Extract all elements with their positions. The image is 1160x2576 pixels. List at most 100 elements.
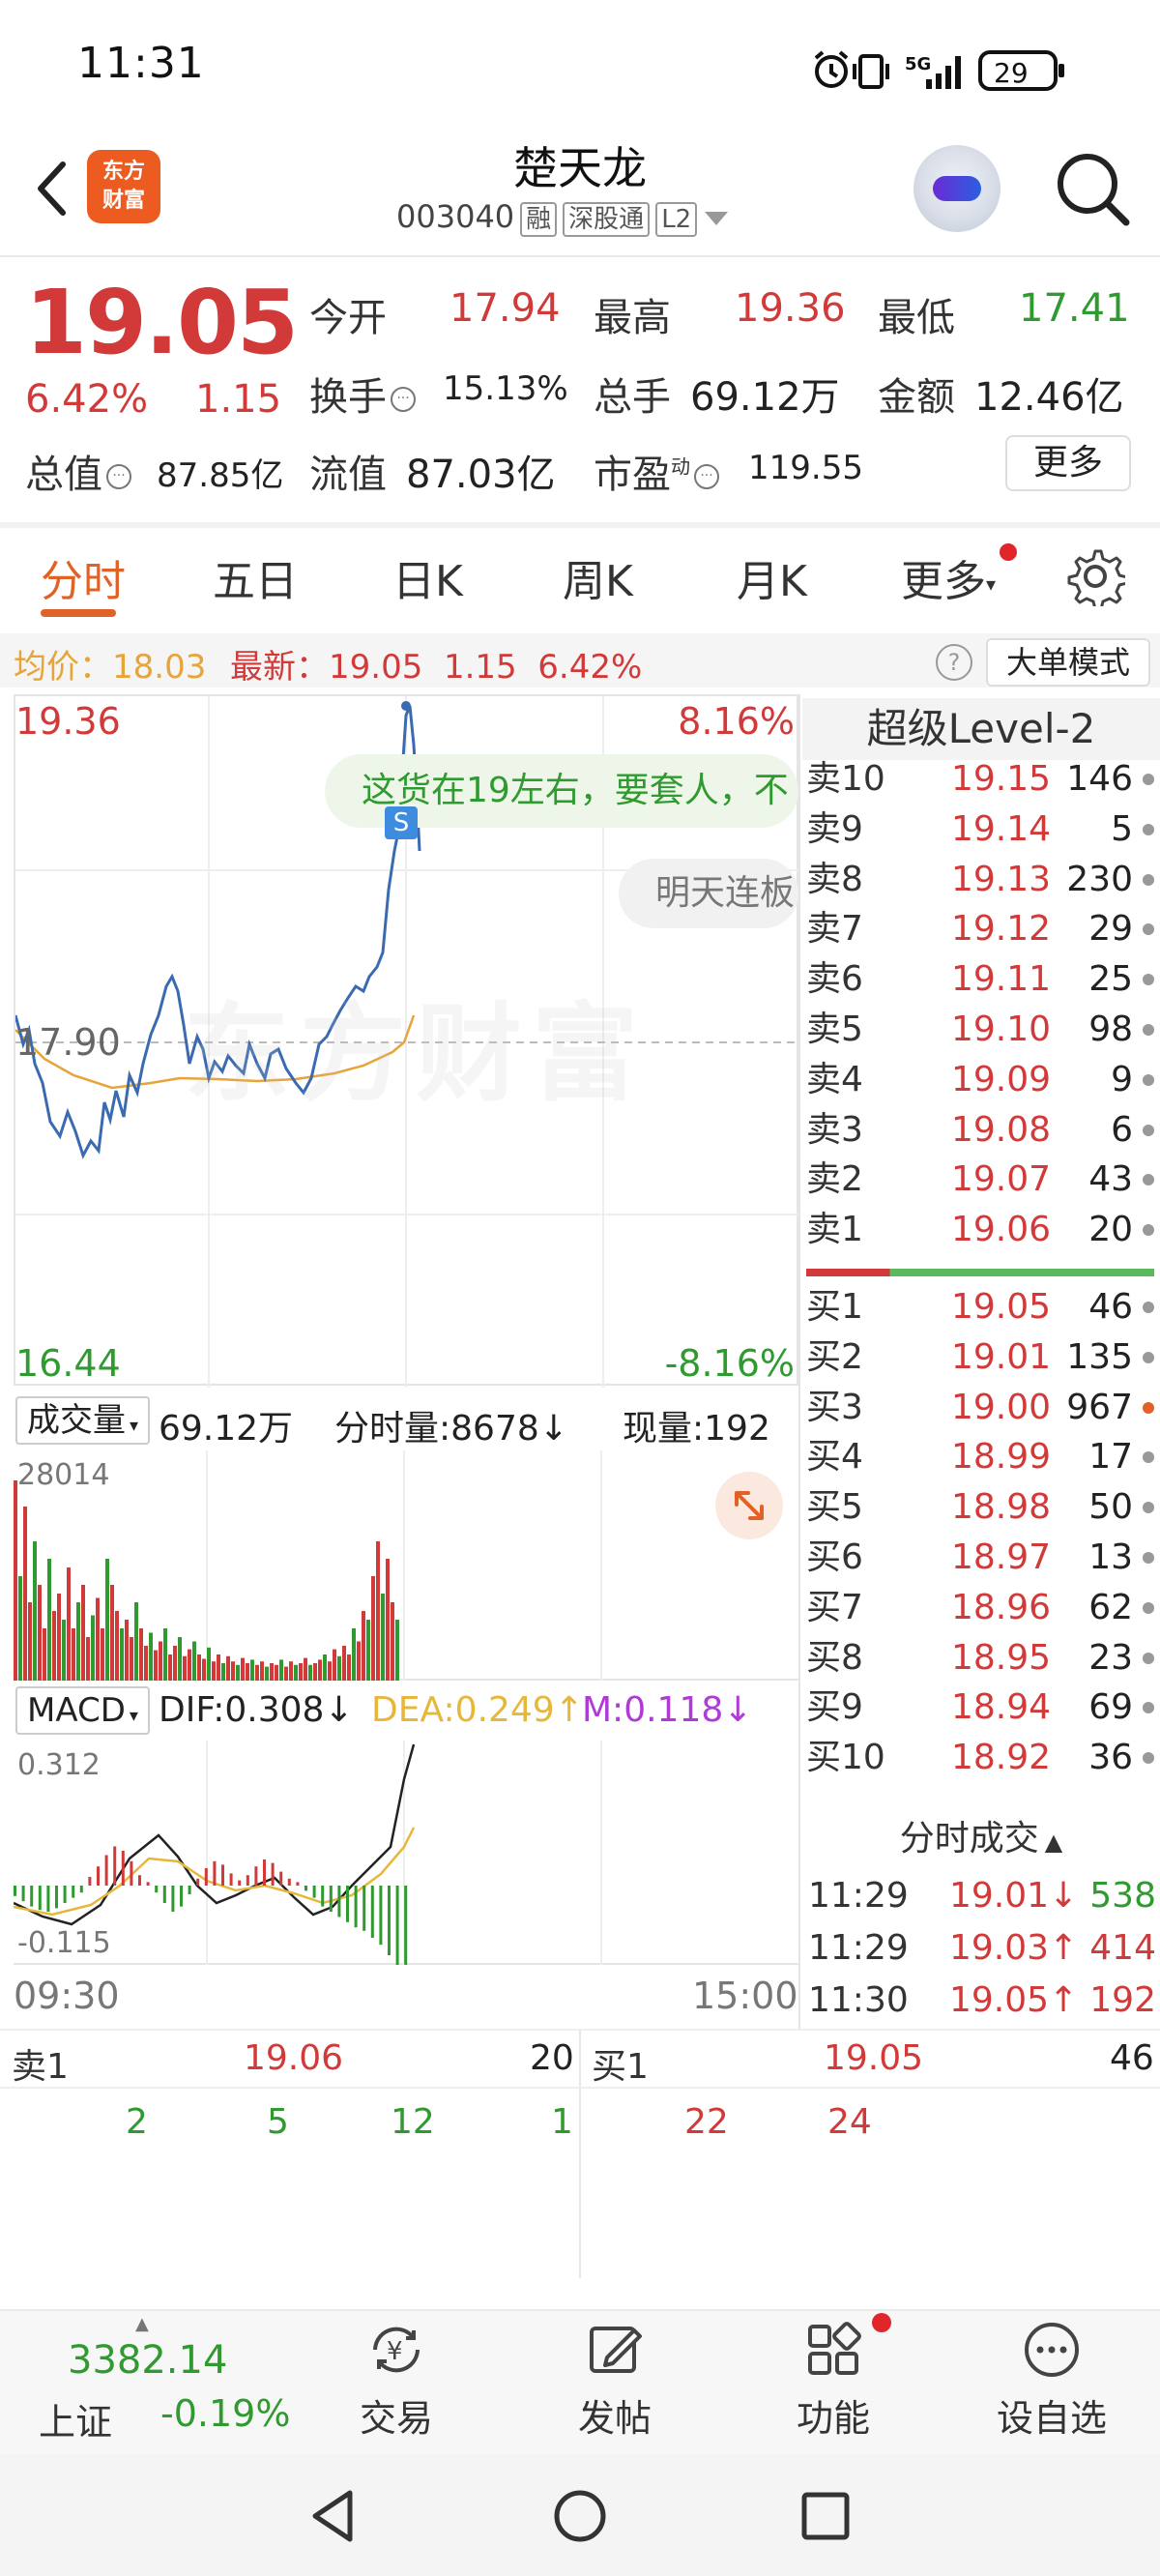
chart-tabs: 分时 五日 日K 周K 月K 更多▾ <box>0 527 1160 633</box>
ask-row[interactable]: 卖2 19.07 43 <box>806 1155 1154 1205</box>
tab-weekly-k[interactable]: 周K <box>563 546 633 608</box>
assistant-robot-icon[interactable] <box>914 145 1000 232</box>
bid-qty: 50 <box>1088 1487 1133 1528</box>
system-back-icon[interactable] <box>305 2487 360 2545</box>
bid-row[interactable]: 买6 18.97 13 <box>806 1533 1154 1583</box>
tab-daily-k[interactable]: 日K <box>392 546 463 608</box>
macd-histogram-bar <box>38 1886 42 1911</box>
macd-histogram-bar <box>238 1880 242 1886</box>
ask-price: 19.07 <box>951 1159 1052 1200</box>
volume-chart[interactable] <box>14 1450 798 1681</box>
bid-row[interactable]: 买9 18.94 69 <box>806 1683 1154 1733</box>
volume-bar <box>144 1646 148 1681</box>
volume-bar <box>347 1654 351 1681</box>
bid-row[interactable]: 买2 19.01 135 <box>806 1332 1154 1383</box>
order-dot-icon <box>1143 1451 1154 1464</box>
ask-qty: 20 <box>1088 1210 1133 1250</box>
system-home-icon[interactable] <box>551 2487 609 2545</box>
bid-row[interactable]: 买10 18.92 36 <box>806 1733 1154 1783</box>
ask-row[interactable]: 卖4 19.09 9 <box>806 1055 1154 1105</box>
ask-row[interactable]: 卖8 19.13 230 <box>806 855 1154 905</box>
volume-bar <box>250 1659 254 1681</box>
bid-row[interactable]: 买3 19.00 967 <box>806 1383 1154 1433</box>
volume-bar <box>313 1663 317 1681</box>
bid-row[interactable]: 买8 18.95 23 <box>806 1633 1154 1683</box>
time-axis-end: 15:00 <box>692 1975 798 2017</box>
trade-icon: ¥ <box>373 2327 420 2373</box>
tab-intraday[interactable]: 分时 <box>41 546 126 608</box>
macd-max-label: 0.312 <box>17 1748 101 1782</box>
tab-monthly-k[interactable]: 月K <box>737 546 807 608</box>
ask-row[interactable]: 卖10 19.15 146 <box>806 754 1154 805</box>
trades-header[interactable]: 分时成交 ▲ <box>802 1810 1160 1868</box>
more-quote-button[interactable]: 更多 <box>1005 435 1131 491</box>
trade-row: 11:29 19.01↓ 538 <box>808 1870 1156 1922</box>
volume-bar <box>91 1615 95 1681</box>
macd-histogram-bar <box>321 1886 325 1907</box>
volume-bar <box>168 1654 172 1681</box>
bid-row[interactable]: 买4 18.99 17 <box>806 1432 1154 1482</box>
trade-price: 19.01↓ <box>949 1876 1079 1916</box>
volume-bar <box>101 1628 104 1681</box>
system-recents-icon[interactable] <box>798 2489 853 2543</box>
volume-bar <box>43 1628 46 1681</box>
search-icon[interactable] <box>1049 145 1136 232</box>
volume-label: 总手 <box>594 375 671 420</box>
settings-gear-icon[interactable] <box>1065 546 1125 606</box>
bid-row[interactable]: 买7 18.96 62 <box>806 1583 1154 1633</box>
index-expand-icon[interactable]: ▲ <box>135 2314 149 2334</box>
bid-price: 18.98 <box>951 1487 1052 1528</box>
macd-histogram-bar <box>188 1886 191 1894</box>
ask-row[interactable]: 卖5 19.10 98 <box>806 1005 1154 1055</box>
bid-qty: 135 <box>1066 1336 1133 1377</box>
tab-more[interactable]: 更多▾ <box>901 546 996 608</box>
volume-bar <box>241 1657 245 1681</box>
comment-bubble[interactable]: 明天连板 <box>619 859 798 928</box>
stock-code-line[interactable]: 003040 融深股通 L2 <box>396 198 729 237</box>
expand-icon[interactable] <box>715 1472 783 1539</box>
volume-bar <box>371 1576 375 1681</box>
volume-bar <box>362 1611 365 1681</box>
bid-queue-order: 22 <box>684 2102 729 2142</box>
macd-indicator-select[interactable]: MACD ▾ <box>15 1686 150 1735</box>
order-dot-icon <box>1143 1752 1154 1765</box>
volume-bar <box>139 1628 143 1681</box>
caret-down-icon: ▾ <box>986 572 997 596</box>
volume-indicator-select[interactable]: 成交量 ▾ <box>15 1396 151 1445</box>
nav-functions[interactable]: 功能 <box>766 2319 901 2454</box>
big-order-mode-button[interactable]: 大单模式 <box>986 638 1150 687</box>
index-value[interactable]: 3382.14 <box>68 2338 227 2383</box>
bid-row[interactable]: 买5 18.98 50 <box>806 1482 1154 1533</box>
trade-price: 19.03↑ <box>949 1928 1079 1968</box>
volume-bar <box>308 1664 312 1681</box>
level2-title[interactable]: 超级Level-2 <box>802 698 1160 760</box>
current-price: 19.05 <box>25 271 299 374</box>
status-time: 11:31 <box>77 39 205 88</box>
ask-row[interactable]: 卖9 19.14 5 <box>806 805 1154 855</box>
help-icon[interactable]: ? <box>936 644 972 681</box>
ask-row[interactable]: 卖6 19.11 25 <box>806 954 1154 1005</box>
sell-marker-icon[interactable]: S <box>385 806 418 839</box>
ask-row[interactable]: 卖3 19.08 6 <box>806 1105 1154 1156</box>
more-circle-icon <box>1025 2323 1079 2377</box>
index-change[interactable]: -0.19% <box>160 2392 290 2435</box>
bid-row[interactable]: 买1 19.05 46 <box>806 1282 1154 1332</box>
ask-queue-order: 12 <box>391 2102 435 2142</box>
order-dot-icon <box>1143 1351 1154 1363</box>
bid-price: 19.01 <box>951 1336 1052 1377</box>
ask-row[interactable]: 卖1 19.06 20 <box>806 1205 1154 1255</box>
nav-post[interactable]: 发帖 <box>547 2319 682 2454</box>
ask-row[interactable]: 卖7 19.12 29 <box>806 904 1154 954</box>
volume-max-label: 28014 <box>17 1458 110 1492</box>
volume-bar <box>323 1654 327 1681</box>
ask-label: 卖6 <box>806 959 863 1000</box>
nav-add-watchlist[interactable]: 设自选 <box>984 2319 1119 2454</box>
volume-bar <box>294 1664 298 1681</box>
volume-bar <box>134 1602 138 1681</box>
index-name[interactable]: 上证 <box>39 2392 112 2445</box>
volume-bar <box>81 1585 85 1681</box>
tab-five-day[interactable]: 五日 <box>213 546 298 608</box>
macd-chart[interactable] <box>14 1741 798 1965</box>
bid-price: 18.99 <box>951 1437 1052 1478</box>
nav-trade[interactable]: ¥ 交易 <box>329 2319 464 2454</box>
